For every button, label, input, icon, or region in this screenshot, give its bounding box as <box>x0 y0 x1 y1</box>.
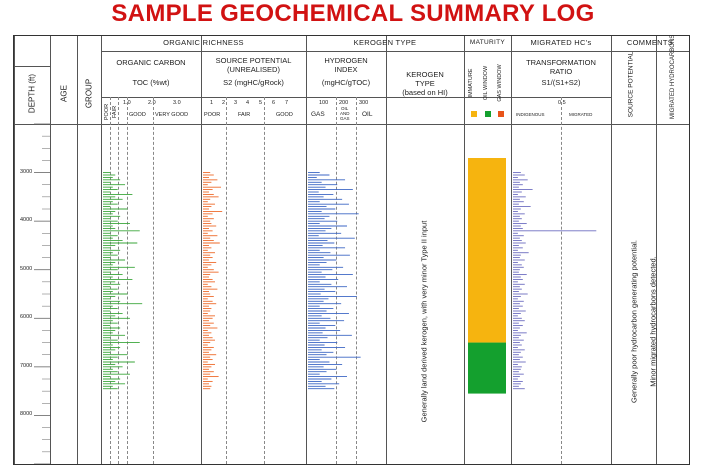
maturity-zone <box>468 342 506 394</box>
summary-log: ORGANIC RICHNESS KEROGEN TYPE MATURITY M… <box>13 35 690 465</box>
log-plot-area <box>34 123 597 464</box>
maturity-zone <box>468 158 506 343</box>
page-title: SAMPLE GEOCHEMICAL SUMMARY LOG <box>111 0 595 27</box>
